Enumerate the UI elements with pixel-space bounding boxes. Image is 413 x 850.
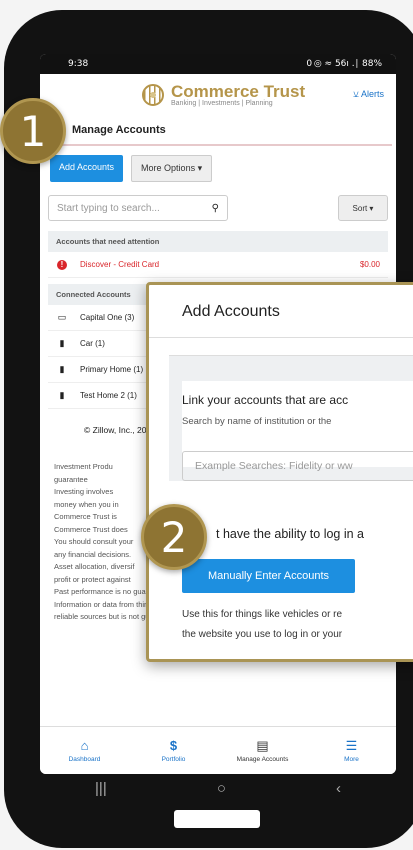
tag-icon: ▮ [59, 338, 65, 348]
step-1-badge: 1 [0, 98, 66, 164]
search-row: Start typing to search... ⚲ Sort ▾ [40, 191, 396, 225]
brand-name: Commerce Trust [171, 81, 306, 101]
manual-help-text: Use this for things like vehicles or re … [182, 605, 342, 645]
nav-label: Dashboard [68, 756, 101, 763]
nav-label: Manage Accounts [236, 756, 289, 763]
attention-section-header: Accounts that need attention [48, 231, 388, 252]
android-nav-bar: ||| ○ ‹ [40, 774, 396, 802]
nav-more[interactable]: ☰ More [317, 738, 387, 763]
link-heading: Link your accounts that are acc [182, 393, 349, 407]
monitor-icon: ▭ [57, 312, 67, 322]
account-name: Car (1) [80, 339, 105, 348]
alerts-link[interactable]: ⚺ Alerts [353, 89, 384, 100]
nav-label: Portfolio [161, 756, 186, 763]
home-icon: ⌂ [80, 738, 89, 753]
action-bar: Add Accounts More Options ▾ [40, 146, 396, 191]
accounts-icon: ▤ [256, 738, 269, 753]
status-bar: 9:38 0 ◎ ≈ 56ı .∣ 88% [40, 54, 396, 74]
institution-search-input[interactable]: Example Searches: Fidelity or ww [182, 451, 413, 481]
bell-icon: ⚺ [352, 89, 359, 99]
dialog-title: Add Accounts [182, 303, 280, 320]
add-accounts-button[interactable]: Add Accounts [50, 155, 124, 182]
menu-icon: ☰ [345, 738, 358, 753]
nav-dashboard[interactable]: ⌂ Dashboard [50, 738, 120, 763]
home-circle-icon[interactable]: ○ [217, 780, 226, 797]
attention-account-row[interactable]: ! Discover - Credit Card $0.00 [48, 252, 388, 278]
brand-header: Commerce Trust Banking | Investments | P… [40, 74, 396, 116]
manual-help-line: the website you use to log in or your [182, 629, 343, 640]
brand-tagline: Banking | Investments | Planning [171, 99, 273, 107]
alerts-label: Alerts [360, 89, 384, 99]
search-icon: ⚲ [211, 202, 219, 214]
screenshot-stage: 9:38 0 ◎ ≈ 56ı .∣ 88% Commerce Trust Ban… [0, 0, 413, 850]
manual-help-line: Use this for things like vehicles or re [182, 609, 343, 620]
add-accounts-dialog: Add Accounts Link your accounts that are… [146, 282, 413, 662]
dialog-divider [149, 337, 413, 338]
account-name: Capital One (3) [80, 313, 135, 322]
sort-button[interactable]: Sort ▾ [338, 195, 388, 221]
manually-enter-accounts-button[interactable]: Manually Enter Accounts [182, 559, 355, 593]
phone-speaker [174, 810, 260, 828]
more-options-button[interactable]: More Options ▾ [131, 155, 213, 182]
link-subtext: Search by name of institution or the [182, 416, 332, 427]
status-time: 9:38 [68, 59, 89, 69]
search-input[interactable]: Start typing to search... ⚲ [48, 195, 228, 221]
nav-label: More [344, 756, 359, 763]
no-login-text: t have the ability to log in a [216, 527, 365, 541]
bottom-nav: ⌂ Dashboard $ Portfolio ▤ Manage Account… [40, 726, 396, 774]
account-name: Primary Home (1) [80, 365, 144, 374]
tag-icon: ▮ [59, 364, 65, 374]
brand-logo[interactable]: Commerce Trust Banking | Investments | P… [142, 81, 306, 107]
status-indicators: 0 ◎ ≈ 56ı .∣ 88% [306, 59, 382, 69]
account-amount: $0.00 [359, 260, 380, 269]
dollar-icon: $ [169, 738, 178, 753]
recents-icon[interactable]: ||| [95, 780, 107, 797]
nav-portfolio[interactable]: $ Portfolio [139, 738, 209, 763]
search-placeholder: Start typing to search... [57, 202, 160, 214]
nav-manage-accounts[interactable]: ▤ Manage Accounts [228, 738, 298, 763]
tag-icon: ▮ [59, 390, 65, 400]
step-2-badge: 2 [141, 504, 207, 570]
error-icon: ! [57, 260, 67, 270]
account-name: Test Home 2 (1) [80, 391, 137, 400]
back-icon[interactable]: ‹ [336, 780, 341, 797]
globe-icon [142, 84, 164, 106]
account-name: Discover - Credit Card [80, 260, 160, 269]
page-title: Manage Accounts [44, 116, 392, 146]
